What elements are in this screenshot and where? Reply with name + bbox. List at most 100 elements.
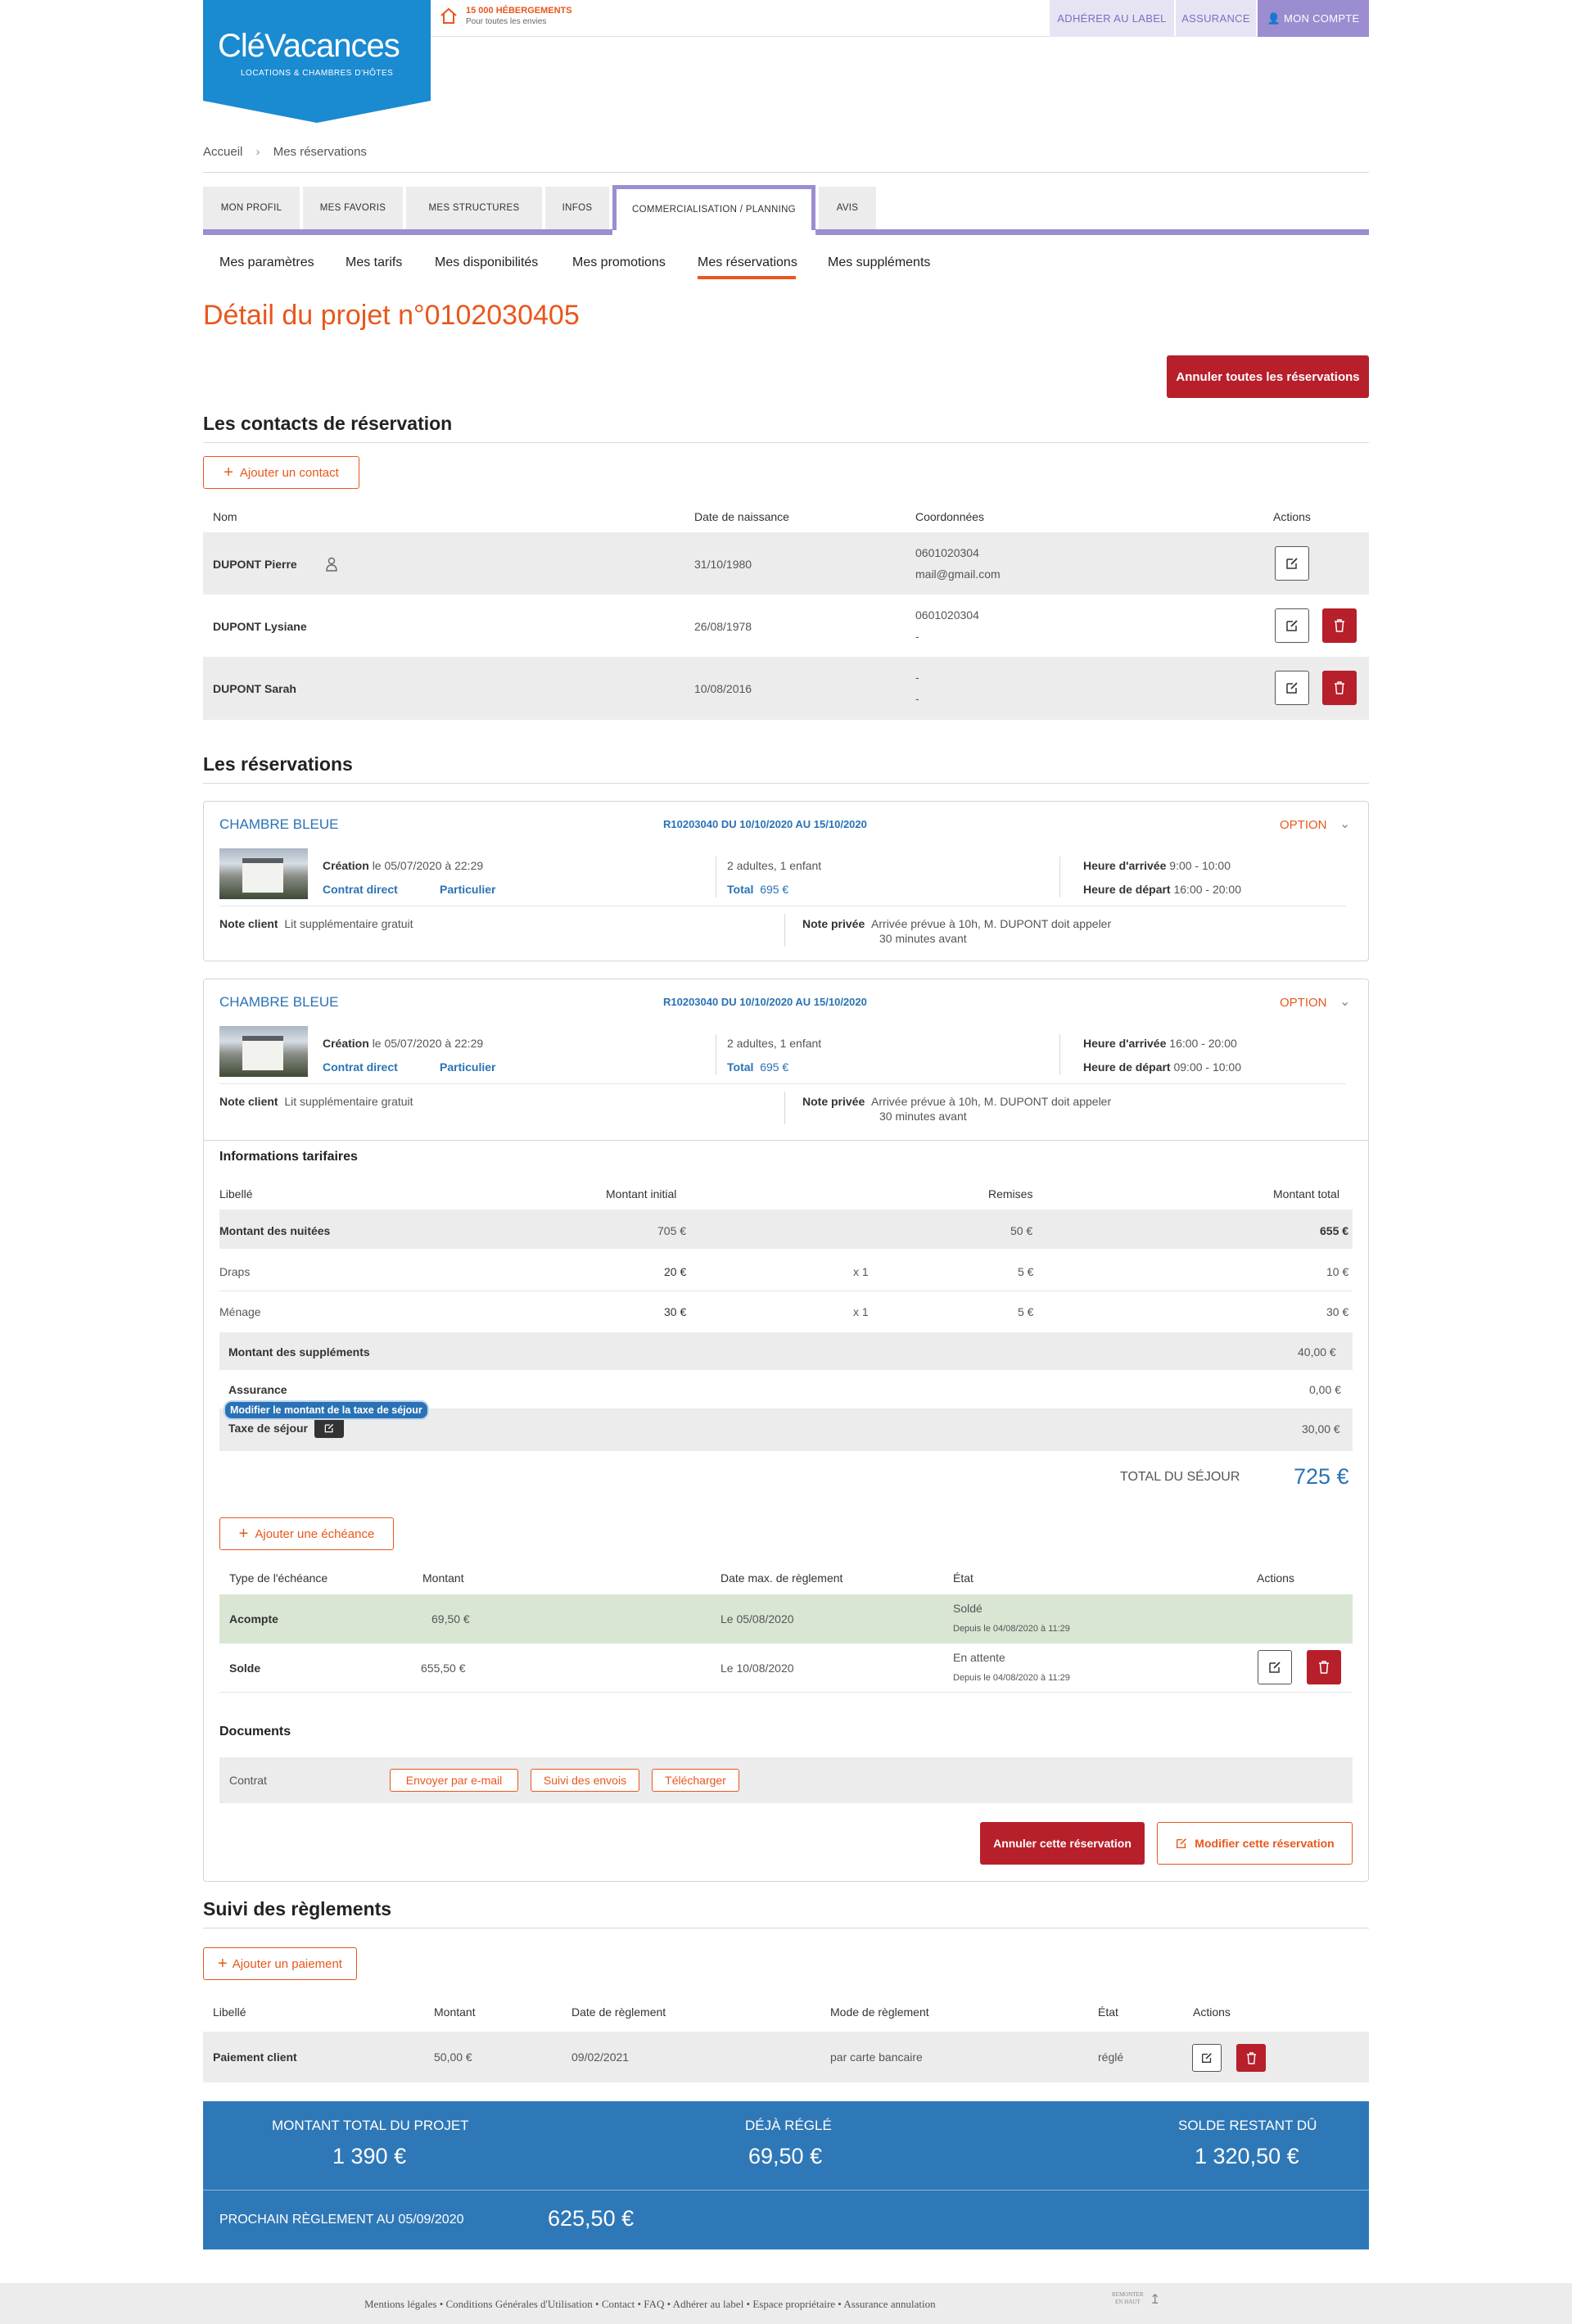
delete-button[interactable]: [1307, 1650, 1341, 1684]
divider: [203, 2190, 1369, 2191]
edit-button[interactable]: [1258, 1650, 1292, 1684]
col-header-initial: Montant initial: [606, 1187, 677, 1200]
note-private-text-2: 30 minutes avant: [879, 1110, 967, 1123]
insurance-total: 0,00 €: [1309, 1383, 1341, 1396]
subnav-reservations[interactable]: Mes réservations: [698, 255, 797, 270]
col-header-dob: Date de naissance: [694, 510, 789, 523]
item-label: Draps: [219, 1265, 251, 1278]
delete-button[interactable]: [1322, 608, 1357, 643]
col-header-actions: Actions: [1193, 2005, 1231, 2019]
reservation-ref: R10203040 DU 10/10/2020 AU 15/10/2020: [663, 818, 867, 830]
payment-state: réglé: [1098, 2050, 1124, 2064]
col-header-total: Montant total: [1273, 1187, 1339, 1200]
nights-total: 655 €: [1320, 1224, 1349, 1237]
trash-icon: [1335, 619, 1344, 632]
footer-links[interactable]: Mentions légales • Conditions Générales …: [364, 2298, 936, 2311]
my-account-button[interactable]: 👤 MON COMPTE: [1258, 0, 1369, 37]
next-payment-label: PROCHAIN RÈGLEMENT AU 05/09/2020: [219, 2213, 464, 2227]
person-icon: [326, 557, 337, 572]
installment-type: Acompte: [229, 1612, 278, 1625]
item-discount: 5 €: [1018, 1305, 1034, 1318]
send-email-button[interactable]: Envoyer par e-mail: [390, 1769, 518, 1792]
divider: [204, 1140, 1368, 1141]
download-button[interactable]: Télécharger: [652, 1769, 739, 1792]
contact-email: -: [915, 692, 919, 705]
item-initial: 30 €: [664, 1305, 687, 1318]
col-header-type: Type de l'échéance: [229, 1571, 328, 1585]
installment-since: Depuis le 04/08/2020 à 11:29: [953, 1673, 1070, 1683]
edit-button[interactable]: [1275, 608, 1309, 643]
edit-button[interactable]: [1275, 671, 1309, 705]
logo[interactable]: CléVacances LOCATIONS & CHAMBRES D'HÔTES: [203, 0, 431, 123]
nights-discount: 50 €: [1010, 1224, 1033, 1237]
edit-icon: [1202, 2053, 1212, 2063]
tax-tooltip: Modifier le montant de la taxe de séjour: [224, 1400, 429, 1420]
paid-label: DÉJÀ RÉGLÉ: [745, 2118, 832, 2133]
room-name[interactable]: CHAMBRE BLEUE: [219, 994, 338, 1011]
insurance-button[interactable]: ASSURANCE: [1176, 0, 1256, 37]
edit-button[interactable]: [1192, 2044, 1222, 2072]
breadcrumb-home[interactable]: Accueil: [203, 145, 242, 159]
col-header-state: État: [953, 1571, 973, 1585]
note-client-label: Note client: [219, 917, 278, 930]
promo-line1: 15 000 HÉBERGEMENTS: [466, 6, 572, 16]
add-installment-button[interactable]: + Ajouter une échéance: [219, 1517, 394, 1550]
track-sends-button[interactable]: Suivi des envois: [531, 1769, 639, 1792]
room-name[interactable]: CHAMBRE BLEUE: [219, 816, 338, 833]
subnav-availability[interactable]: Mes disponibilités: [435, 255, 538, 270]
contact-phone: -: [915, 671, 919, 684]
contact-dob: 31/10/1980: [694, 558, 752, 571]
tab-infos[interactable]: INFOS: [545, 187, 609, 229]
subnav-rates[interactable]: Mes tarifs: [346, 255, 402, 270]
item-label: Ménage: [219, 1305, 261, 1318]
cancel-all-button[interactable]: Annuler toutes les réservations: [1167, 355, 1369, 398]
tab-favorites[interactable]: MES FAVORIS: [303, 187, 403, 229]
tab-structures[interactable]: MES STRUCTURES: [406, 187, 542, 229]
chevron-down-icon[interactable]: ⌄: [1339, 993, 1350, 1010]
installment-date: Le 10/08/2020: [720, 1662, 794, 1675]
user-icon: 👤: [1267, 11, 1281, 25]
subnav-supplements[interactable]: Mes suppléments: [828, 255, 930, 270]
col-header-date: Date max. de règlement: [720, 1571, 843, 1585]
back-to-top-label-2: EN HAUT: [1114, 2299, 1141, 2305]
delete-button[interactable]: [1322, 671, 1357, 705]
departure-label: Heure de départ: [1083, 883, 1171, 896]
col-header-label: Libellé: [213, 2005, 246, 2019]
arrival-label: Heure d'arrivée: [1083, 1037, 1167, 1050]
item-qty: x 1: [853, 1305, 869, 1318]
payments-title: Suivi des règlements: [203, 1898, 392, 1919]
grand-total-label: TOTAL DU SÉJOUR: [1120, 1470, 1240, 1484]
tab-commercialisation[interactable]: COMMERCIALISATION / PLANNING: [612, 185, 815, 230]
add-payment-button[interactable]: + Ajouter un paiement: [203, 1947, 357, 1980]
plus-icon: +: [218, 1954, 228, 1973]
departure-info: Heure de départ 16:00 - 20:00: [1083, 883, 1241, 896]
table-row: [219, 1332, 1353, 1370]
contacts-title: Les contacts de réservation: [203, 413, 453, 434]
arrow-up-icon[interactable]: ↥: [1150, 2291, 1160, 2308]
cancel-reservation-button[interactable]: Annuler cette réservation: [980, 1822, 1145, 1865]
tab-profile[interactable]: MON PROFIL: [203, 187, 300, 229]
edit-icon: [1286, 558, 1298, 569]
payment-mode: par carte bancaire: [830, 2050, 923, 2064]
private-note: Note privée Arrivée prévue à 10h, M. DUP…: [802, 1095, 1111, 1108]
edit-button[interactable]: [1275, 546, 1309, 581]
insurance-label: Assurance: [228, 1383, 287, 1396]
channel: Contrat direct: [323, 883, 398, 896]
chevron-down-icon[interactable]: ⌄: [1339, 816, 1350, 832]
modify-reservation-button[interactable]: Modifier cette réservation: [1157, 1822, 1353, 1865]
edit-tax-button[interactable]: [314, 1418, 344, 1438]
back-to-top[interactable]: REMONTER EN HAUT: [1112, 2291, 1144, 2306]
table-row: [219, 1209, 1353, 1249]
back-to-top-label: REMONTER: [1112, 2291, 1144, 2298]
join-label-button[interactable]: ADHÉRER AU LABEL: [1050, 0, 1174, 37]
tab-reviews[interactable]: AVIS: [819, 187, 876, 229]
subnav-settings[interactable]: Mes paramètres: [219, 255, 314, 270]
delete-button[interactable]: [1236, 2044, 1266, 2072]
note-private-label: Note privée: [802, 1095, 865, 1108]
subnav-promotions[interactable]: Mes promotions: [572, 255, 666, 270]
add-contact-button[interactable]: + Ajouter un contact: [203, 456, 359, 489]
grand-total-amount: 725 €: [1294, 1464, 1349, 1489]
installment-since: Depuis le 04/08/2020 à 11:29: [953, 1624, 1070, 1634]
item-discount: 5 €: [1018, 1265, 1034, 1278]
col-header-amount: Montant: [422, 1571, 464, 1585]
